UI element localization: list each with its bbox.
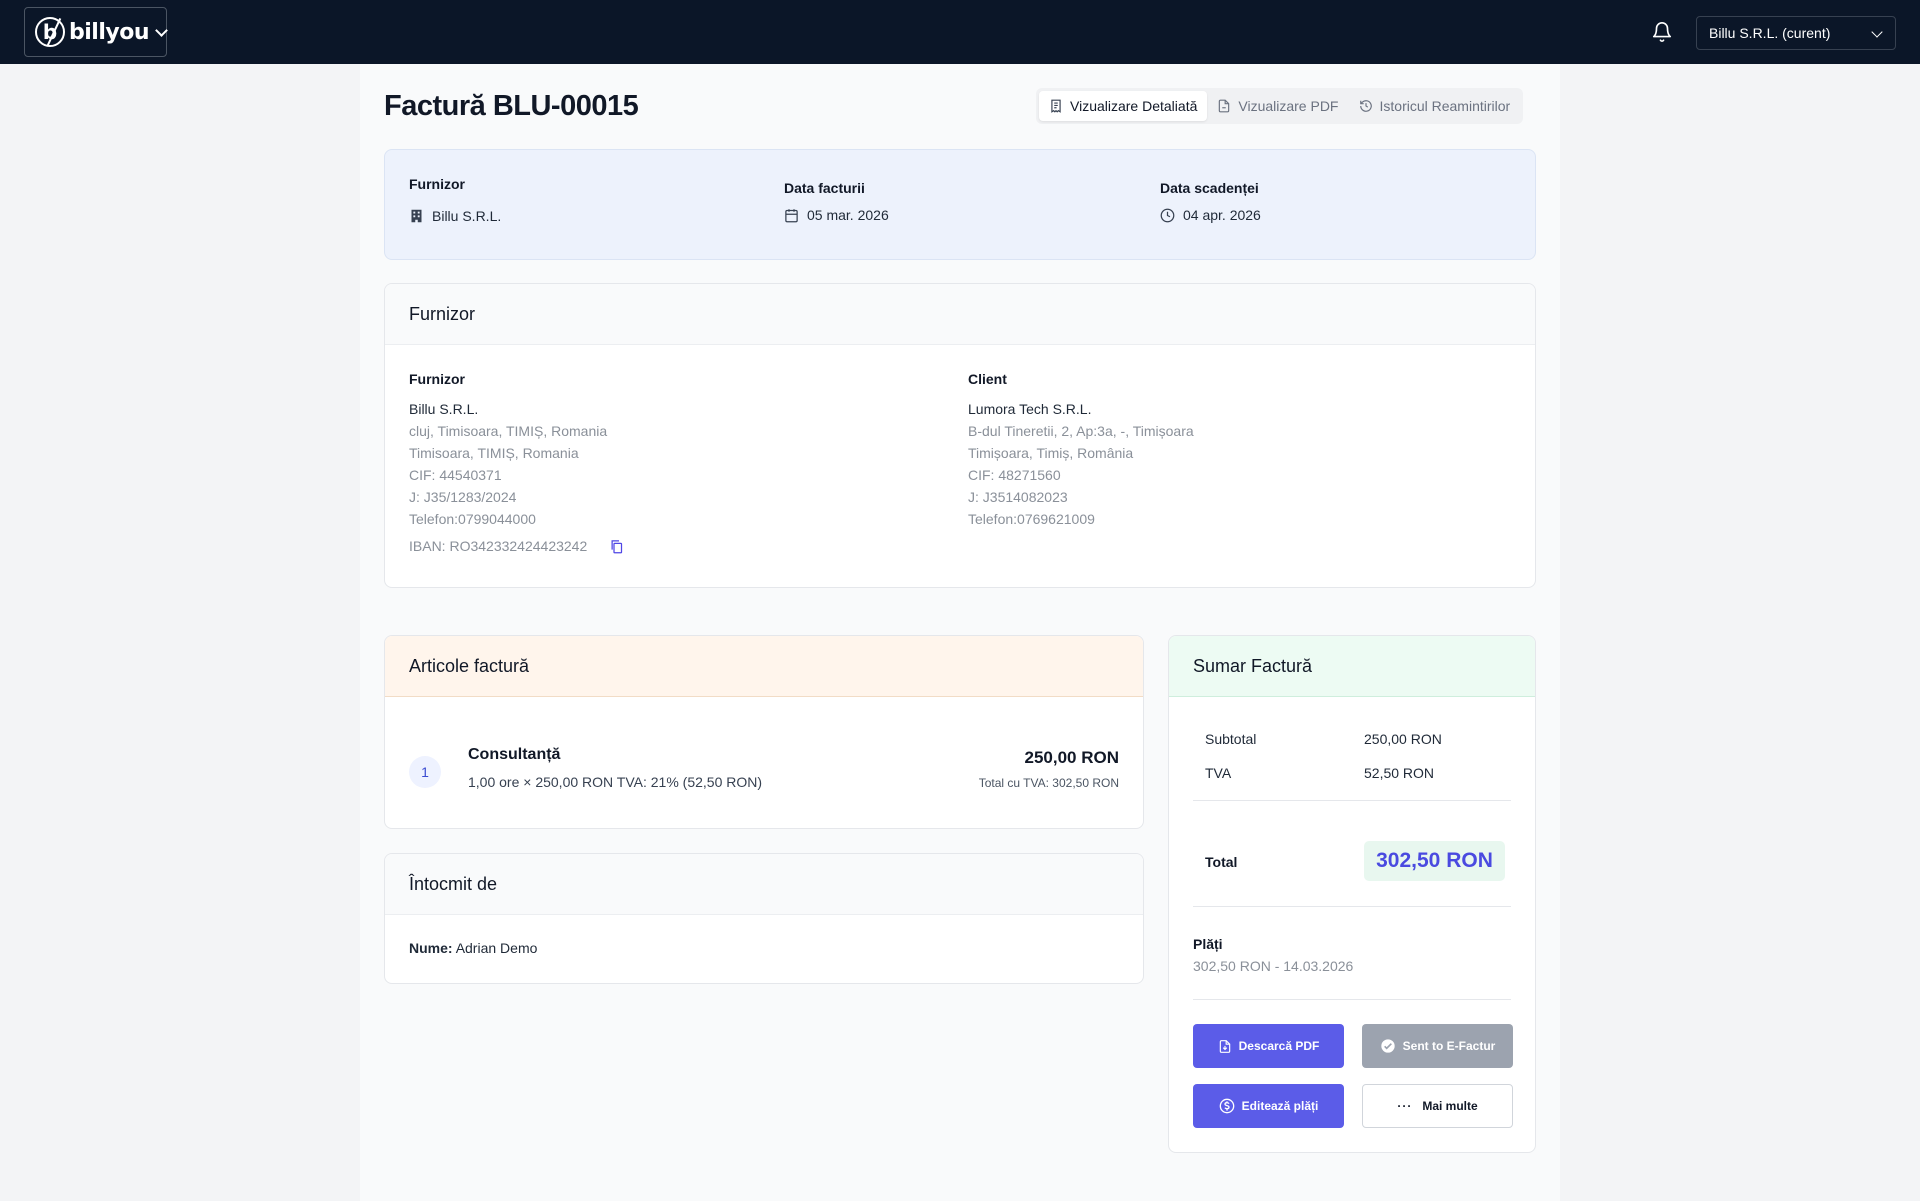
invoice-date-label: Data facturii <box>784 180 865 196</box>
invoice-items-card: Articole factură 1 Consultanță 1,00 ore … <box>384 635 1144 829</box>
supplier-value: Billu S.R.L. <box>432 208 502 224</box>
download-pdf-button[interactable]: Descarcă PDF <box>1193 1024 1344 1068</box>
item-number-badge: 1 <box>409 756 441 788</box>
name-label: Nume: <box>409 940 453 956</box>
client-registry: J: J3514082023 <box>968 489 1068 505</box>
supplier-details: Furnizor Billu S.R.L. cluj, Timisoara, T… <box>409 368 624 557</box>
due-date-value: 04 apr. 2026 <box>1183 207 1261 223</box>
tab-label: Vizualizare PDF <box>1238 98 1339 114</box>
client-address-line: B-dul Tineretii, 2, Ap:3a, -, Timișoara <box>968 423 1194 439</box>
subtotal-value: 250,00 RON <box>1364 731 1442 747</box>
divider <box>1193 999 1511 1000</box>
items-card-title: Articole factură <box>385 636 1143 697</box>
top-navbar: b billyou Billu S.R.L. (curent) <box>0 0 1920 64</box>
sent-to-efactura-button[interactable]: Sent to E-Factur <box>1362 1024 1513 1068</box>
supplier-city-line: Timisoara, TIMIȘ, Romania <box>409 445 579 461</box>
supplier-iban: IBAN: RO342332424423242 <box>409 538 588 554</box>
divider <box>1193 906 1511 907</box>
history-icon <box>1359 100 1372 112</box>
building-icon <box>411 209 422 223</box>
prepared-by-line: Nume: Adrian Demo <box>409 940 537 956</box>
item-description: 1,00 ore × 250,00 RON TVA: 21% (52,50 RO… <box>468 774 763 790</box>
payment-entry: 302,50 RON - 14.03.2026 <box>1193 958 1354 974</box>
prepared-by-title: Întocmit de <box>385 854 1143 915</box>
app-switcher[interactable]: b billyou <box>24 7 168 57</box>
file-pdf-icon <box>1219 99 1230 113</box>
vat-value: 52,50 RON <box>1364 765 1435 781</box>
ellipsis-icon: ··· <box>1397 1099 1413 1113</box>
supplier-name: Billu S.R.L. <box>409 401 479 417</box>
item-total: 250,00 RON <box>1024 748 1120 767</box>
payments-label: Plăți <box>1193 936 1223 952</box>
copy-icon[interactable] <box>609 538 624 555</box>
tab-label: Vizualizare Detaliată <box>1070 98 1198 114</box>
download-pdf-label: Descarcă PDF <box>1238 1039 1320 1053</box>
client-title: Client <box>968 371 1007 387</box>
more-actions-label: Mai multe <box>1422 1099 1478 1113</box>
logo-text: billyou <box>69 19 150 45</box>
client-details: Client Lumora Tech S.R.L. B-dul Tinereti… <box>968 368 1194 530</box>
company-selector[interactable]: Billu S.R.L. (curent) <box>1696 16 1896 50</box>
list-item: 1 Consultanță 1,00 ore × 250,00 RON TVA:… <box>409 744 1119 804</box>
parties-card: Furnizor Furnizor Billu S.R.L. cluj, Tim… <box>384 283 1536 588</box>
name-value: Adrian Demo <box>455 940 538 956</box>
more-actions-button[interactable]: ··· Mai multe <box>1362 1084 1513 1128</box>
invoice-date-value: 05 mar. 2026 <box>807 207 889 223</box>
due-date-label: Data scadenței <box>1160 180 1259 196</box>
client-cif: CIF: 48271560 <box>968 467 1061 483</box>
supplier-label: Furnizor <box>409 176 465 192</box>
tab-reminder-history[interactable]: Istoricul Reamintirilor <box>1349 91 1521 121</box>
client-city-line: Timișoara, Timiș, România <box>968 445 1134 461</box>
tab-label: Istoricul Reamintirilor <box>1379 98 1511 114</box>
item-total-with-vat: Total cu TVA: 302,50 RON <box>978 776 1119 790</box>
page-title: Factură BLU-00015 <box>384 90 639 122</box>
main-content: Factură BLU-00015 Vizualizare Detaliată … <box>360 64 1560 1201</box>
billyou-logo-icon: b <box>35 17 65 47</box>
supplier-address-line: cluj, Timisoara, TIMIȘ, Romania <box>409 423 608 439</box>
edit-payments-label: Editează plăți <box>1241 1099 1319 1113</box>
sent-to-efactura-label: Sent to E-Factur <box>1402 1039 1496 1053</box>
supplier-info: Furnizor Billu S.R.L. <box>409 176 501 224</box>
clock-icon <box>1160 208 1175 222</box>
client-phone: Telefon:0769621009 <box>968 511 1095 527</box>
summary-card-title: Sumar Factură <box>1169 636 1535 697</box>
supplier-title: Furnizor <box>409 371 465 387</box>
file-pdf-icon <box>1219 1039 1230 1053</box>
invoice-summary-card: Sumar Factură Subtotal 250,00 RON TVA 52… <box>1168 635 1536 1153</box>
chevron-down-icon <box>155 23 168 37</box>
supplier-phone: Telefon:0799044000 <box>409 511 536 527</box>
due-date-info: Data scadenței 04 apr. 2026 <box>1160 180 1261 223</box>
edit-payments-button[interactable]: Editează plăți <box>1193 1084 1344 1128</box>
tab-detailed-view[interactable]: Vizualizare Detaliată <box>1039 91 1208 121</box>
total-value: 302,50 RON <box>1364 841 1505 881</box>
subtotal-label: Subtotal <box>1205 731 1257 747</box>
company-selector-label: Billu S.R.L. (curent) <box>1709 25 1831 41</box>
supplier-cif: CIF: 44540371 <box>409 467 502 483</box>
parties-card-title: Furnizor <box>385 284 1535 345</box>
prepared-by-card: Întocmit de Nume: Adrian Demo <box>384 853 1144 984</box>
tab-pdf-view[interactable]: Vizualizare PDF <box>1207 91 1348 121</box>
supplier-registry: J: J35/1283/2024 <box>409 489 517 505</box>
view-tabs: Vizualizare Detaliată Vizualizare PDF Is… <box>1036 88 1524 124</box>
total-label: Total <box>1205 854 1238 870</box>
logo-mark-letter: b <box>42 20 58 44</box>
item-name: Consultanță <box>468 746 561 763</box>
dollar-circle-icon <box>1219 1098 1234 1114</box>
chevron-down-icon <box>1871 26 1883 38</box>
client-name: Lumora Tech S.R.L. <box>968 401 1092 417</box>
invoice-info-card: Furnizor Billu S.R.L. Data facturii 05 m… <box>384 149 1536 260</box>
calendar-icon <box>785 208 798 222</box>
bell-icon[interactable] <box>1651 20 1673 44</box>
check-circle-icon <box>1380 1039 1395 1053</box>
divider <box>1193 800 1511 801</box>
invoice-date-info: Data facturii 05 mar. 2026 <box>784 180 889 223</box>
vat-label: TVA <box>1205 765 1232 781</box>
receipt-icon <box>1051 99 1061 113</box>
supplier-iban-row: IBAN: RO342332424423242 <box>409 535 624 557</box>
